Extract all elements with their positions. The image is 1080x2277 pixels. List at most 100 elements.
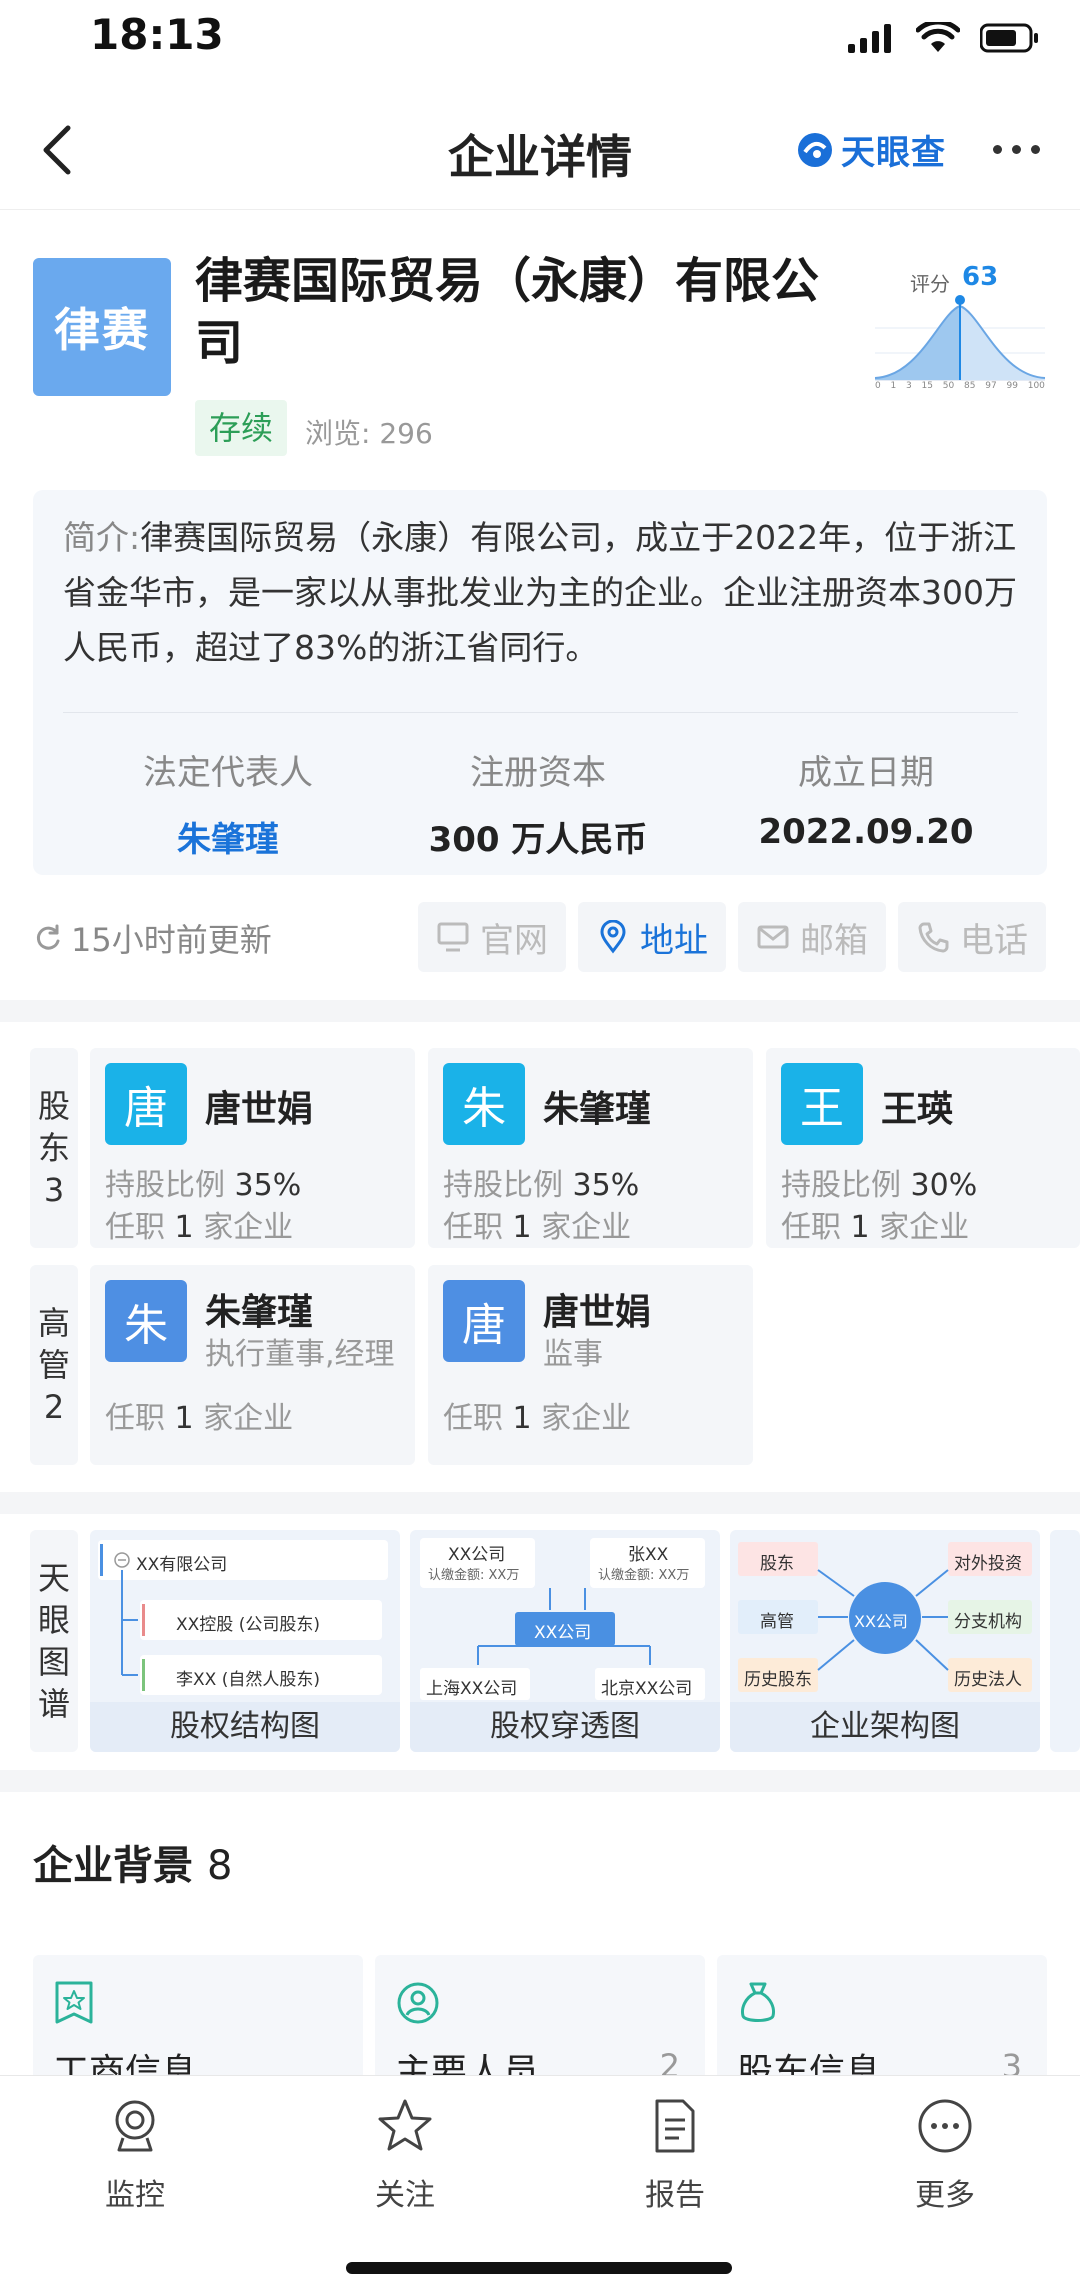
status-badge: 存续 [195,400,288,456]
section-separator [0,1492,1080,1514]
star-icon [378,2099,432,2151]
jobs-value: 1 [174,1210,194,1245]
score-axis-tick: 97 [985,381,997,391]
update-time[interactable]: 15小时前更新 [33,915,272,961]
executive-role: 监事 [543,1337,603,1372]
graph-title: 股权穿透图 [410,1702,720,1752]
legal-rep-block: 法定代表人 朱肇瑾 [78,745,378,861]
share-ratio: 持股比例 30% [781,1160,977,1204]
graphs-label-char: 天 [37,1559,70,1597]
share-ratio-value: 35% [234,1168,302,1203]
shareholder-card[interactable]: 王 王瑛 持股比例 30% 任职 1 家企业 [766,1048,1080,1248]
capital-block: 注册资本 300 万人民币 [388,745,688,861]
section-separator [0,1000,1080,1022]
intro-card[interactable]: 简介:律赛国际贸易（永康）有限公司，成立于2022年，位于浙江省金华市，是一家以… [33,490,1047,875]
score-axis: 0 1 3 15 50 85 97 99 100 [875,381,1045,391]
executive-card[interactable]: 唐 唐世娟 监事 任职 1 家企业 [428,1265,753,1465]
graphs-label-char: 谱 [37,1685,70,1723]
person-circle-icon [397,1982,439,2024]
tab-more[interactable]: 更多 [845,2096,1045,2214]
shareholders-label-char: 东 [37,1129,70,1167]
avatar: 朱 [105,1280,187,1362]
shareholder-name: 王瑛 [881,1089,954,1130]
score-axis-tick: 3 [906,381,912,391]
share-ratio-value: 30% [910,1168,978,1203]
score-axis-tick: 85 [964,381,976,391]
share-ratio: 持股比例 35% [443,1160,639,1204]
jobs-suffix: 家企业 [541,1401,632,1436]
jobs-prefix: 任职 [443,1210,503,1245]
jobs-count: 任职 1 家企业 [443,1202,631,1246]
tab-report[interactable]: 报告 [575,2096,775,2214]
executive-name: 唐世娟 [543,1292,652,1333]
status-bar: 18:13 [0,0,1080,80]
legal-rep-link[interactable]: 朱肇瑾 [78,812,378,861]
tab-follow[interactable]: 关注 [305,2096,505,2214]
founded-value: 2022.09.20 [758,812,974,852]
graph-node-label: 历史股东 [744,1670,812,1690]
founded-block: 成立日期 2022.09.20 [716,745,1016,852]
graph-node-label: 历史法人 [954,1670,1022,1690]
score-distribution-chart [874,295,1046,381]
enterprise-architecture-graph[interactable]: 股东 高管 历史股东 XX公司 对外投资 分支机构 历史法人 企业架构图 [730,1530,1040,1752]
email-button[interactable]: 邮箱 [738,902,886,972]
graph-node-label: XX有限公司 [136,1555,228,1575]
graph-node-label: 北京XX公司 [601,1679,693,1699]
jobs-suffix: 家企业 [541,1210,632,1245]
website-button[interactable]: 官网 [418,902,566,972]
jobs-suffix: 家企业 [879,1210,970,1245]
share-ratio-label: 持股比例 [781,1168,901,1203]
brand-logo: 天眼查 [795,125,946,174]
score-widget[interactable]: 评分 63 0 1 3 15 50 85 97 99 100 [870,262,1050,398]
shareholder-card[interactable]: 唐 唐世娟 持股比例 35% 任职 1 家企业 [90,1048,415,1248]
equity-penetration-graph[interactable]: XX公司 认缴金额: XX万 张XX 认缴金额: XX万 XX公司 上海XX公司… [410,1530,720,1752]
graph-node-label: XX公司 [534,1623,592,1643]
share-ratio-value: 35% [572,1168,640,1203]
email-label: 邮箱 [800,920,868,961]
camera-icon [115,2100,155,2152]
address-button[interactable]: 地址 [578,902,726,972]
document-icon [655,2099,695,2153]
status-icons [846,22,1040,54]
tab-monitor[interactable]: 监控 [35,2096,235,2214]
company-name: 律赛国际贸易（永康）有限公司 [195,253,820,371]
graphs-label-char: 眼 [37,1601,70,1639]
phone-button[interactable]: 电话 [898,902,1046,972]
battery-icon [980,23,1038,53]
jobs-value: 1 [174,1401,194,1436]
jobs-prefix: 任职 [443,1401,503,1436]
shareholder-card[interactable]: 朱 朱肇瑾 持股比例 35% 任职 1 家企业 [428,1048,753,1248]
shareholders-label-char: 股 [37,1087,70,1125]
avatar: 王 [781,1063,863,1145]
executives-label-char: 高 [37,1304,70,1342]
tab-label: 关注 [375,2178,435,2213]
jobs-value: 1 [512,1401,532,1436]
capital-value: 300 万人民币 [428,820,648,860]
graph-node-label: 高管 [760,1612,794,1632]
graph-node-label: 李XX (自然人股东) [176,1670,320,1690]
refresh-icon [36,924,60,950]
more-menu-icon[interactable] [993,145,1040,154]
executive-card[interactable]: 朱 朱肇瑾 执行董事,经理 任职 1 家企业 [90,1265,415,1465]
score-axis-tick: 99 [1006,381,1018,391]
wifi-icon [916,22,960,52]
shareholders-label[interactable]: 股 东 3 [30,1048,78,1248]
jobs-count: 任职 1 家企业 [105,1202,293,1246]
share-ratio: 持股比例 35% [105,1160,301,1204]
avatar: 唐 [443,1280,525,1362]
graph-title: 股权结构图 [90,1702,400,1752]
view-count: 浏览: 296 [305,417,433,450]
home-indicator [346,2262,732,2274]
executives-label[interactable]: 高 管 2 [30,1265,78,1465]
jobs-prefix: 任职 [105,1210,165,1245]
intro-body: 律赛国际贸易（永康）有限公司，成立于2022年，位于浙江省金华市，是一家以从事批… [63,518,1017,667]
jobs-suffix: 家企业 [203,1210,294,1245]
graph-card-partial[interactable] [1050,1530,1080,1752]
equity-structure-graph[interactable]: XX有限公司 XX控股 (公司股东) 李XX (自然人股东) 股权结构图 [90,1530,400,1752]
status-time: 18:13 [90,10,224,59]
legal-rep-label: 法定代表人 [143,753,313,793]
jobs-count: 任职 1 家企业 [105,1393,293,1437]
score-axis-tick: 50 [942,381,955,391]
executive-role: 执行董事,经理 [205,1337,395,1372]
capital-label: 注册资本 [470,753,606,793]
